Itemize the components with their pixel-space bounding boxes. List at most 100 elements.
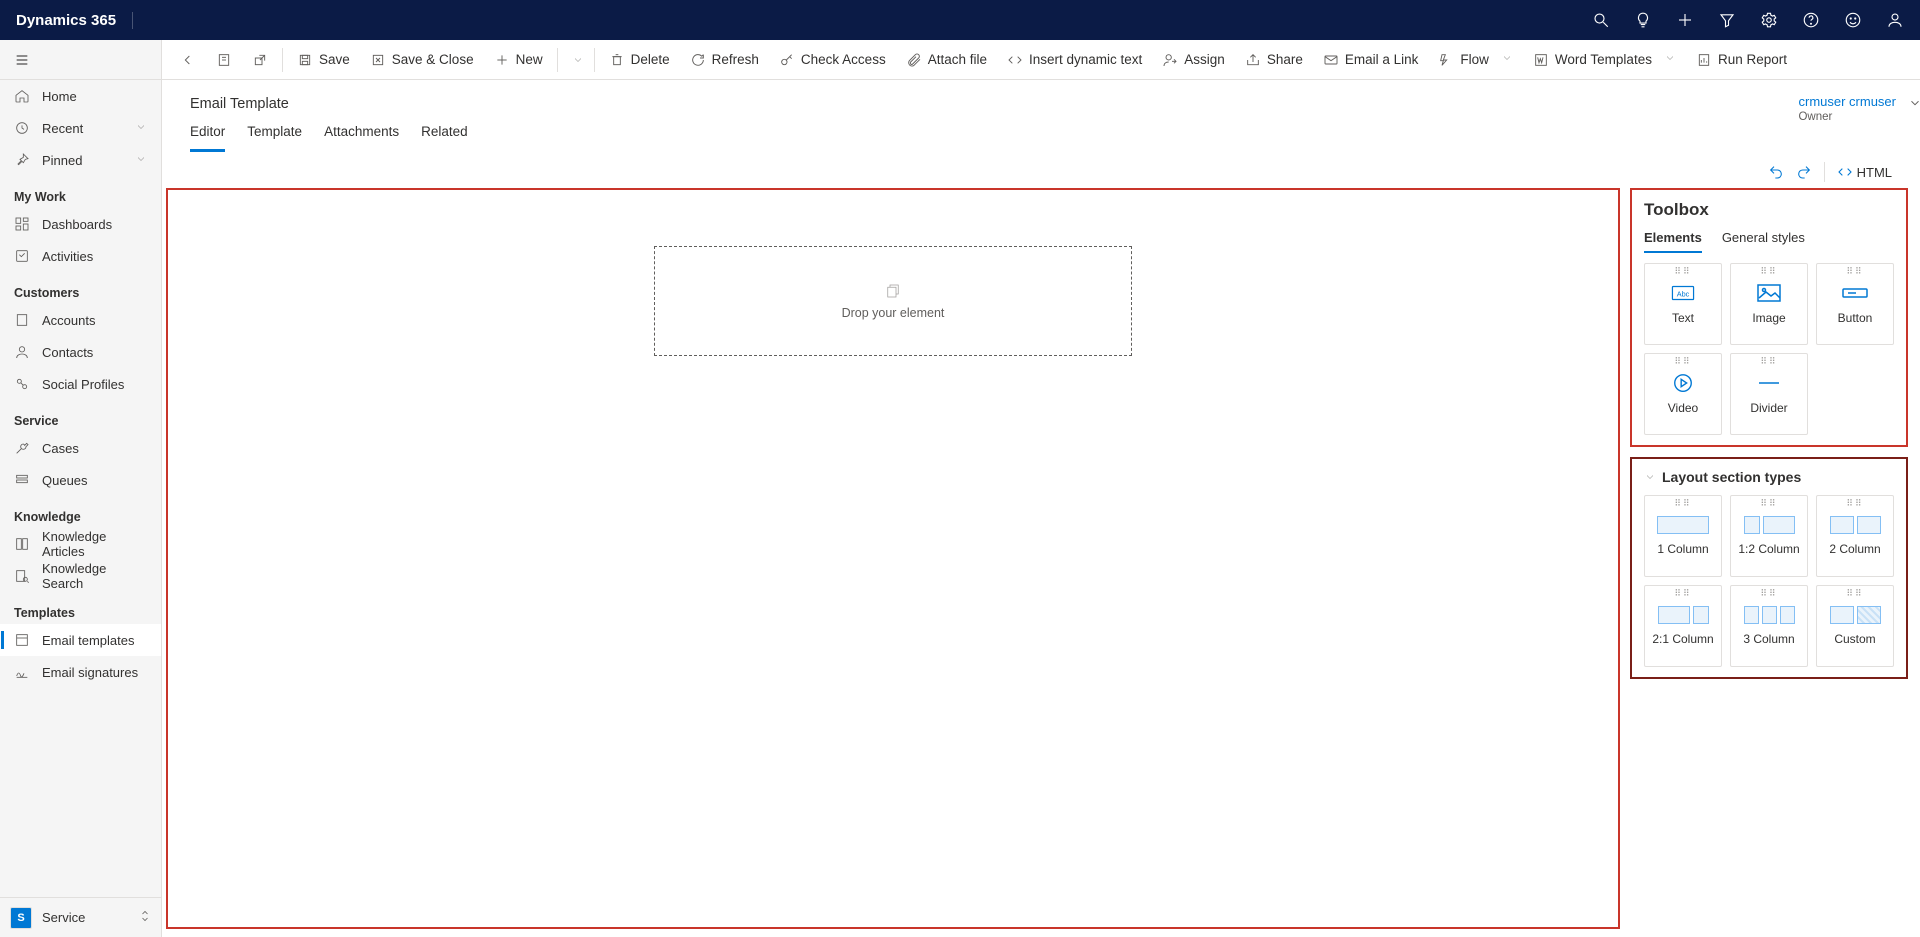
queue-icon [14, 472, 30, 488]
sidebar-item-dashboards[interactable]: Dashboards [0, 208, 161, 240]
element-image-tile[interactable]: ⠿⠿ Image [1730, 263, 1808, 345]
tile-label: Image [1752, 311, 1785, 325]
word-templates-button[interactable]: Word Templates [1523, 40, 1686, 80]
layout-1column-tile[interactable]: ⠿⠿ 1 Column [1644, 495, 1722, 577]
toolbox-tab-elements[interactable]: Elements [1644, 230, 1702, 253]
assign-button[interactable]: Assign [1152, 40, 1235, 80]
sidebar-item-email-signatures[interactable]: Email signatures [0, 656, 161, 688]
sidebar-item-queues[interactable]: Queues [0, 464, 161, 496]
new-split-button[interactable] [562, 40, 594, 80]
area-picker[interactable]: S Service [0, 897, 161, 937]
run-report-button[interactable]: Run Report [1686, 40, 1797, 80]
sidebar-item-accounts[interactable]: Accounts [0, 304, 161, 336]
popout-button[interactable] [242, 40, 278, 80]
toolbox-column: Toolbox Elements General styles ⠿⠿ Abc T… [1630, 188, 1908, 929]
element-text-tile[interactable]: ⠿⠿ Abc Text [1644, 263, 1722, 345]
layout-21column-tile[interactable]: ⠿⠿ 2:1 Column [1644, 585, 1722, 667]
home-icon [14, 88, 30, 104]
undo-button[interactable] [1768, 164, 1784, 180]
delete-button[interactable]: Delete [599, 40, 680, 80]
refresh-button[interactable]: Refresh [680, 40, 769, 80]
sidebar-item-recent[interactable]: Recent [0, 112, 161, 144]
drop-icon [884, 282, 902, 300]
chevron-down-icon [1644, 471, 1656, 483]
insert-dynamic-text-button[interactable]: Insert dynamic text [997, 40, 1152, 80]
sidebar-item-email-templates[interactable]: Email templates [0, 624, 161, 656]
sidebar-item-contacts[interactable]: Contacts [0, 336, 161, 368]
code-icon [1007, 52, 1023, 68]
chevron-down-icon [1501, 52, 1513, 67]
editor-toolbar: HTML [162, 152, 1920, 188]
save-close-button[interactable]: Save & Close [360, 40, 484, 80]
global-header: Dynamics 365 [0, 0, 1920, 40]
paperclip-icon [906, 52, 922, 68]
tile-label: Button [1838, 311, 1873, 325]
layout-section-header[interactable]: Layout section types [1644, 469, 1894, 485]
tab-related[interactable]: Related [421, 124, 468, 152]
activity-icon [14, 248, 30, 264]
sidebar-item-knowledge-articles[interactable]: Knowledge Articles [0, 528, 161, 560]
sidebar-section-mywork: My Work [0, 182, 161, 208]
owner-role-label: Owner [1798, 111, 1896, 123]
element-video-tile[interactable]: ⠿⠿ Video [1644, 353, 1722, 435]
sidebar-item-home[interactable]: Home [0, 80, 161, 112]
drag-handle-icon: ⠿⠿ [1669, 270, 1697, 276]
sidebar-item-label: Cases [42, 441, 79, 456]
emoji-icon[interactable] [1844, 11, 1862, 29]
html-view-button[interactable]: HTML [1837, 164, 1892, 180]
toolbox-tab-styles[interactable]: General styles [1722, 230, 1805, 253]
check-access-button[interactable]: Check Access [769, 40, 896, 80]
clock-icon [14, 120, 30, 136]
tab-editor[interactable]: Editor [190, 124, 225, 152]
drop-zone[interactable]: Drop your element [654, 246, 1132, 356]
layout-preview-icon [1657, 516, 1709, 534]
button-icon [1842, 283, 1868, 303]
attach-file-button[interactable]: Attach file [896, 40, 997, 80]
panel-icon [216, 52, 232, 68]
back-button[interactable] [170, 40, 206, 80]
bulb-icon[interactable] [1634, 11, 1652, 29]
layout-custom-tile[interactable]: ⠿⠿ Custom [1816, 585, 1894, 667]
element-button-tile[interactable]: ⠿⠿ Button [1816, 263, 1894, 345]
drop-hint-label: Drop your element [842, 306, 945, 320]
drag-handle-icon: ⠿⠿ [1755, 360, 1783, 366]
account-icon[interactable] [1886, 11, 1904, 29]
tab-attachments[interactable]: Attachments [324, 124, 399, 152]
redo-button[interactable] [1796, 164, 1812, 180]
save-button[interactable]: Save [287, 40, 360, 80]
header-expand-button[interactable] [1908, 96, 1920, 113]
record-header: Email Template crmuser crmuser Owner [162, 80, 1920, 112]
sidebar-item-cases[interactable]: Cases [0, 432, 161, 464]
open-record-set-button[interactable] [206, 40, 242, 80]
drag-handle-icon: ⠿⠿ [1669, 592, 1697, 598]
layout-12column-tile[interactable]: ⠿⠿ 1:2 Column [1730, 495, 1808, 577]
sidebar-item-label: Social Profiles [42, 377, 124, 392]
share-button[interactable]: Share [1235, 40, 1313, 80]
sidebar-section-knowledge: Knowledge [0, 502, 161, 528]
area-tile: S [10, 907, 32, 929]
help-icon[interactable] [1802, 11, 1820, 29]
layout-3column-tile[interactable]: ⠿⠿ 3 Column [1730, 585, 1808, 667]
drag-handle-icon: ⠿⠿ [1841, 592, 1869, 598]
sidebar-item-pinned[interactable]: Pinned [0, 144, 161, 176]
sidebar-item-knowledge-search[interactable]: Knowledge Search [0, 560, 161, 592]
sidebar-item-activities[interactable]: Activities [0, 240, 161, 272]
new-button[interactable]: New [484, 40, 553, 80]
tab-template[interactable]: Template [247, 124, 302, 152]
email-link-button[interactable]: Email a Link [1313, 40, 1429, 80]
sidebar: Home Recent Pinned My Work Dashboards Ac… [0, 40, 162, 937]
owner-link[interactable]: crmuser crmuser [1798, 94, 1896, 109]
element-divider-tile[interactable]: ⠿⠿ Divider [1730, 353, 1808, 435]
layout-2column-tile[interactable]: ⠿⠿ 2 Column [1816, 495, 1894, 577]
gear-icon[interactable] [1760, 11, 1778, 29]
tile-label: Divider [1750, 401, 1787, 415]
sidebar-item-label: Pinned [42, 153, 82, 168]
dashboard-icon [14, 216, 30, 232]
sidebar-item-social[interactable]: Social Profiles [0, 368, 161, 400]
plus-icon[interactable] [1676, 11, 1694, 29]
design-canvas[interactable]: Drop your element [166, 188, 1620, 929]
hamburger-button[interactable] [0, 40, 161, 80]
flow-button[interactable]: Flow [1428, 40, 1523, 80]
search-icon[interactable] [1592, 11, 1610, 29]
filter-icon[interactable] [1718, 11, 1736, 29]
